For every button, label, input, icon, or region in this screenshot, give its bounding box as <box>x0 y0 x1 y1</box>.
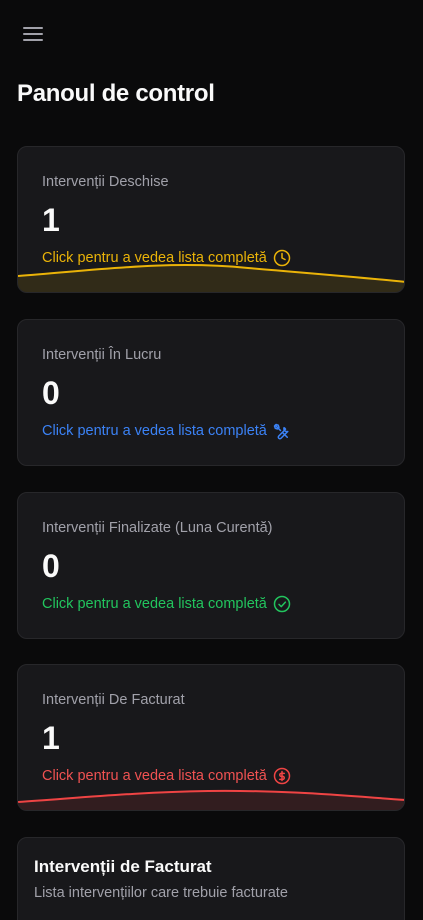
link-label: Click pentru a vedea lista completă <box>42 596 267 612</box>
card-title: Intervenții În Lucru <box>42 347 162 363</box>
card-title: Intervenții Deschise <box>42 174 169 190</box>
check-circle-icon <box>273 595 291 613</box>
page-title: Panoul de control <box>17 80 215 107</box>
tools-icon <box>273 422 291 440</box>
card-value: 0 <box>42 375 60 411</box>
card-value: 1 <box>42 202 60 238</box>
card-value: 1 <box>42 720 60 756</box>
menu-button[interactable] <box>19 20 47 48</box>
hamburger-menu-icon <box>23 27 43 41</box>
view-list-link[interactable]: Click pentru a vedea lista completă <box>42 422 291 440</box>
open-interventions-card[interactable]: Intervenții Deschise 1 Click pentru a ve… <box>17 146 405 293</box>
link-label: Click pentru a vedea lista completă <box>42 423 267 439</box>
dashboard-page: Panoul de control Intervenții Deschise 1… <box>0 0 423 920</box>
invoice-list-section: Intervenții de Facturat Lista intervenți… <box>17 837 405 920</box>
trend-wave <box>18 789 404 810</box>
section-title: Intervenții de Facturat <box>34 857 212 876</box>
view-list-link[interactable]: Click pentru a vedea lista completă <box>42 595 291 613</box>
in-progress-interventions-card[interactable]: Intervenții În Lucru 0 Click pentru a ve… <box>17 319 405 466</box>
to-invoice-interventions-card[interactable]: Intervenții De Facturat 1 Click pentru a… <box>17 664 405 811</box>
card-value: 0 <box>42 548 60 584</box>
trend-wave <box>18 264 404 292</box>
completed-interventions-card[interactable]: Intervenții Finalizate (Luna Curentă) 0 … <box>17 492 405 639</box>
card-title: Intervenții De Facturat <box>42 692 185 708</box>
card-title: Intervenții Finalizate (Luna Curentă) <box>42 520 273 536</box>
section-subtitle: Lista intervențiilor care trebuie factur… <box>34 885 288 901</box>
